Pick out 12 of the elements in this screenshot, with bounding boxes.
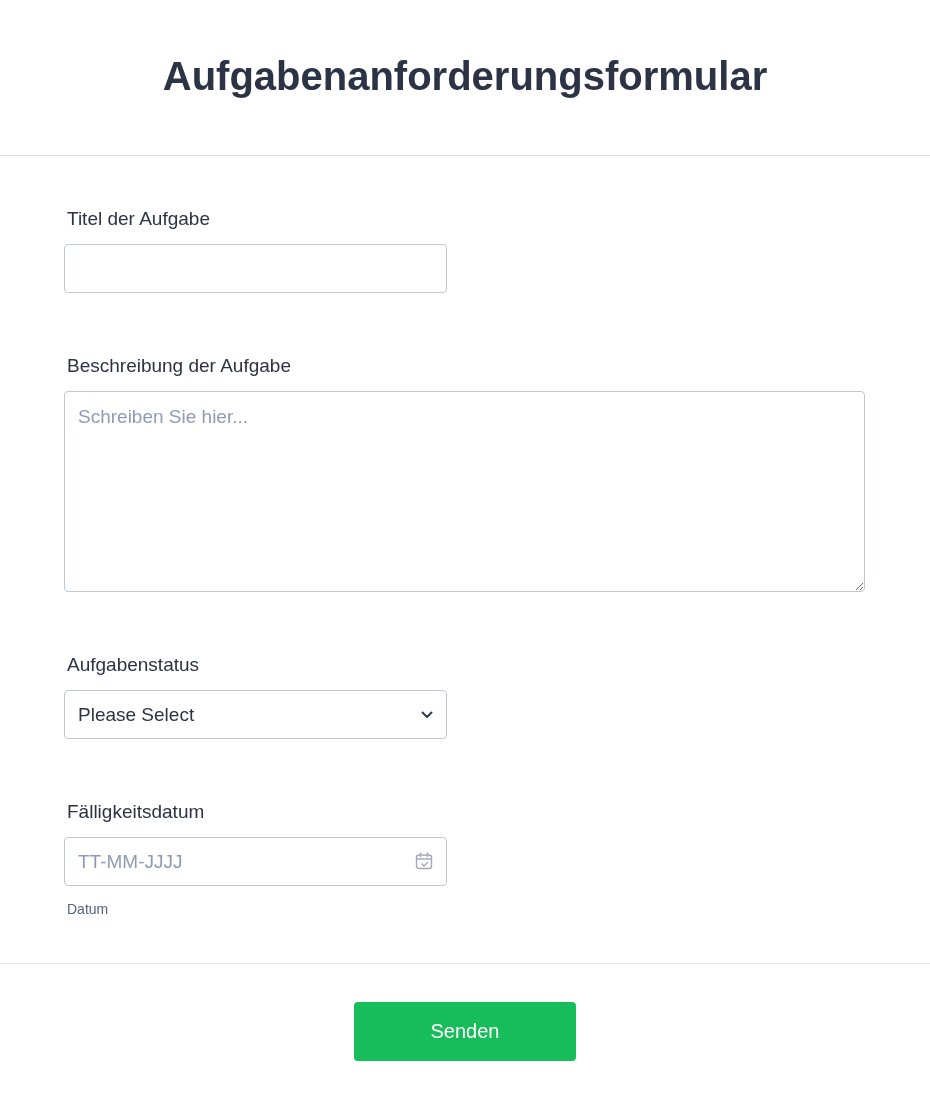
field-label: Titel der Aufgabe <box>67 208 210 230</box>
text-area[interactable]: Schreiben Sie hier... <box>64 391 865 592</box>
field-label: Aufgabenstatus <box>67 654 200 676</box>
field-sublabel: Datum <box>67 901 109 917</box>
dropdown[interactable]: Please Select <box>64 690 447 739</box>
calendar-icon[interactable] <box>415 852 433 870</box>
form-title: Aufgabenanforderungsformular <box>162 54 768 100</box>
field-label: Fälligkeitsdatum <box>67 801 205 823</box>
chevron-down-icon <box>421 710 433 719</box>
date-field[interactable]: TT-MM-JJJJ <box>64 837 447 886</box>
input-field[interactable] <box>64 244 447 293</box>
field-label: Beschreibung der Aufgabe <box>67 355 291 377</box>
